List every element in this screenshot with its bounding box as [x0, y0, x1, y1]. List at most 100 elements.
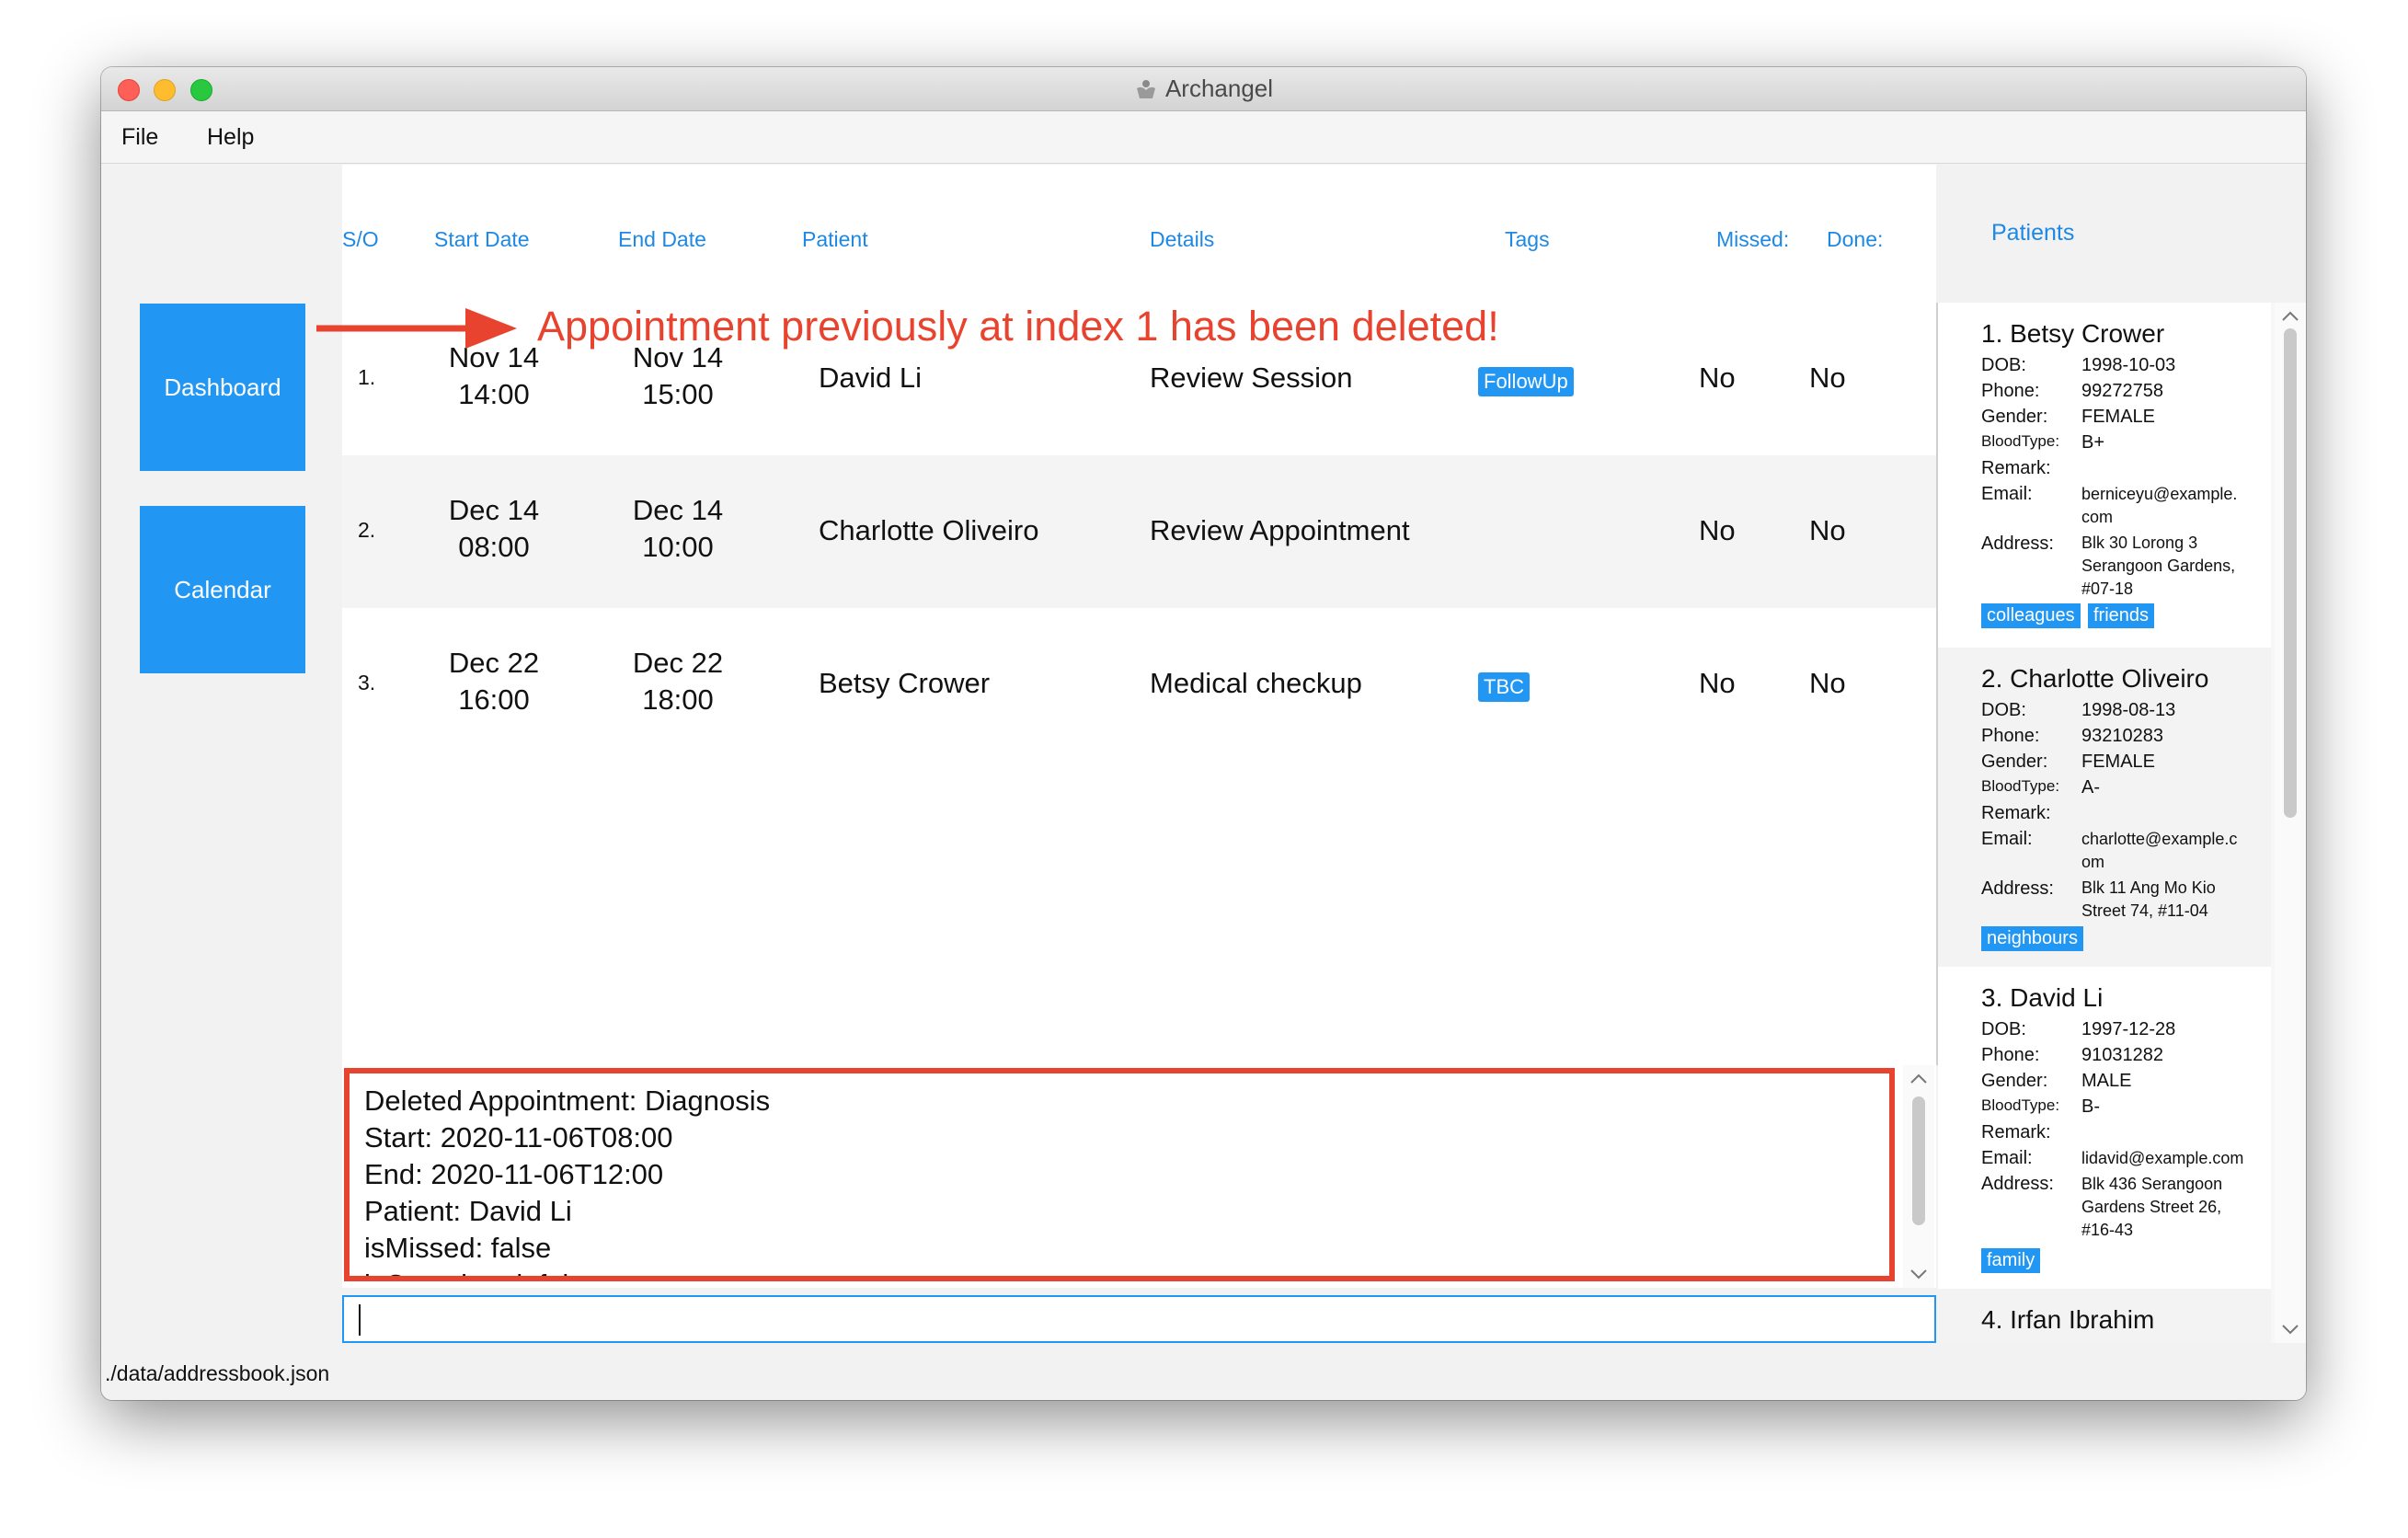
appointment-details: Medical checkup: [1150, 667, 1362, 699]
remark-label: Remark:: [1981, 1122, 2051, 1142]
command-input[interactable]: [342, 1295, 1936, 1343]
phone-value: 91031282: [2081, 1045, 2163, 1065]
phone-label: Phone:: [1981, 381, 2040, 401]
chevron-up-icon[interactable]: [2275, 304, 2306, 328]
bloodtype-label: BloodType:: [1981, 432, 2060, 450]
phone-label: Phone:: [1981, 726, 2040, 746]
email-value: com: [2081, 508, 2114, 526]
patient-tag: friends: [2088, 603, 2155, 628]
result-scroll-thumb[interactable]: [1912, 1096, 1925, 1225]
address-value: Gardens Street 26,: [2081, 1198, 2222, 1216]
address-label: Address:: [1981, 534, 2054, 554]
result-scrollbar[interactable]: [1903, 1065, 1934, 1288]
start-date-cell: Dec 22 16:00: [420, 645, 568, 718]
end-time: 10:00: [642, 531, 714, 563]
end-date: Dec 14: [632, 494, 724, 526]
header-details: Details: [1150, 227, 1215, 251]
address-value: #07-18: [2081, 580, 2134, 598]
gender-value: MALE: [2081, 1071, 2132, 1091]
dob-value: 1998-10-03: [2081, 355, 2176, 375]
bloodtype-value: B+: [2081, 432, 2105, 453]
patients-title: Patients: [1991, 220, 2075, 246]
dob-value: 1998-08-13: [2081, 700, 2176, 720]
appointment-list: 1. Nov 14 14:00 Nov 14 15:00 David Li Re…: [342, 303, 1938, 1065]
address-value: #16-43: [2081, 1221, 2134, 1239]
gender-value: FEMALE: [2081, 752, 2156, 772]
result-line: isCompleted: false: [350, 1267, 1889, 1276]
email-value: berniceyu@example.: [2081, 485, 2238, 503]
header-start-date: Start Date: [434, 227, 530, 251]
row-index: 3.: [358, 671, 376, 694]
row-index: 1.: [358, 365, 376, 389]
result-line: Deleted Appointment: Diagnosis: [364, 1085, 771, 1117]
row-index: 2.: [358, 518, 376, 542]
address-value: Serangoon Gardens,: [2081, 557, 2236, 575]
patient-tag: neighbours: [1981, 926, 2083, 951]
chevron-up-icon[interactable]: [1903, 1067, 1934, 1091]
bloodtype-label: BloodType:: [1981, 777, 2060, 795]
window-title: Archangel: [1164, 75, 1274, 102]
menu-help[interactable]: Help: [207, 124, 254, 151]
end-time: 18:00: [642, 683, 714, 716]
gender-label: Gender:: [1981, 752, 2048, 772]
appointment-table-header: S/O Start Date End Date Patient Details …: [342, 165, 1936, 303]
appointment-tag: TBC: [1478, 672, 1530, 702]
end-date-cell: Dec 22 18:00: [604, 645, 751, 718]
address-value: Blk 436 Serangoon: [2081, 1175, 2223, 1193]
address-label: Address:: [1981, 1174, 2054, 1194]
patient-tag: family: [1981, 1248, 2041, 1273]
address-value: Blk 11 Ang Mo Kio: [2081, 878, 2216, 897]
start-date: Dec 14: [448, 494, 540, 526]
email-value: om: [2081, 853, 2105, 871]
email-value: lidavid@example.com: [2081, 1149, 2244, 1167]
email-value: charlotte@example.c: [2081, 830, 2238, 848]
end-date: Dec 22: [632, 647, 724, 679]
status-file-path: ./data/addressbook.json: [105, 1361, 330, 1385]
patient-card-name: 4. Irfan Ibrahim: [1981, 1305, 2155, 1334]
dashboard-button[interactable]: Dashboard: [140, 304, 305, 471]
appointment-row[interactable]: 2. Dec 14 08:00 Dec 14 10:00 Charlotte O…: [342, 455, 1936, 608]
patient-card[interactable]: 3. David Li DOB: 1997-12-28 Phone: 91031…: [1938, 967, 2271, 1289]
patient-tag: colleagues: [1981, 603, 2081, 628]
calendar-button[interactable]: Calendar: [140, 506, 305, 673]
header-missed: Missed:: [1716, 227, 1790, 251]
done-value: No: [1809, 362, 1846, 394]
gender-label: Gender:: [1981, 1071, 2048, 1091]
patient-card-name: 1. Betsy Crower: [1981, 319, 2165, 348]
start-time: 14:00: [458, 378, 530, 410]
patient-card-name: 3. David Li: [1981, 983, 2104, 1012]
phone-label: Phone:: [1981, 1045, 2040, 1065]
dob-label: DOB:: [1981, 1019, 2026, 1039]
result-text-box: Deleted Appointment: Diagnosis Start: 20…: [344, 1068, 1895, 1281]
menu-file[interactable]: File: [121, 124, 158, 151]
patient-scroll-thumb[interactable]: [2284, 328, 2297, 818]
gender-value: FEMALE: [2081, 407, 2156, 427]
header-patient: Patient: [802, 227, 868, 251]
email-label: Email:: [1981, 1148, 2033, 1168]
email-label: Email:: [1981, 484, 2033, 504]
missed-value: No: [1699, 514, 1736, 546]
appointment-row[interactable]: 3. Dec 22 16:00 Dec 22 18:00 Betsy Crowe…: [342, 608, 1936, 761]
start-time: 16:00: [458, 683, 530, 716]
header-tags: Tags: [1505, 227, 1550, 251]
patient-card[interactable]: 2. Charlotte Oliveiro DOB: 1998-08-13 Ph…: [1938, 648, 2271, 967]
patients-header: Patients: [1938, 165, 2306, 303]
result-display: Deleted Appointment: Diagnosis Start: 20…: [342, 1065, 1936, 1288]
missed-value: No: [1699, 362, 1736, 394]
remark-label: Remark:: [1981, 458, 2051, 478]
arrow-annotation: [316, 308, 517, 349]
patient-card[interactable]: 1. Betsy Crower DOB: 1998-10-03 Phone: 9…: [1938, 303, 2271, 648]
patient-card-name: 2. Charlotte Oliveiro: [1981, 664, 2209, 693]
patient-list-scrollbar[interactable]: [2275, 303, 2306, 1343]
phone-value: 99272758: [2081, 381, 2163, 401]
email-label: Email:: [1981, 829, 2033, 849]
chevron-down-icon[interactable]: [1903, 1262, 1934, 1286]
patient-card[interactable]: 4. Irfan Ibrahim: [1938, 1289, 2271, 1343]
chevron-down-icon[interactable]: [2275, 1317, 2306, 1341]
phone-value: 93210283: [2081, 726, 2163, 746]
bloodtype-value: B-: [2081, 1096, 2100, 1117]
patient-name: Charlotte Oliveiro: [819, 514, 1039, 546]
address-value: Street 74, #11-04: [2081, 901, 2208, 920]
start-time: 08:00: [458, 531, 530, 563]
header-so: S/O: [342, 227, 379, 251]
